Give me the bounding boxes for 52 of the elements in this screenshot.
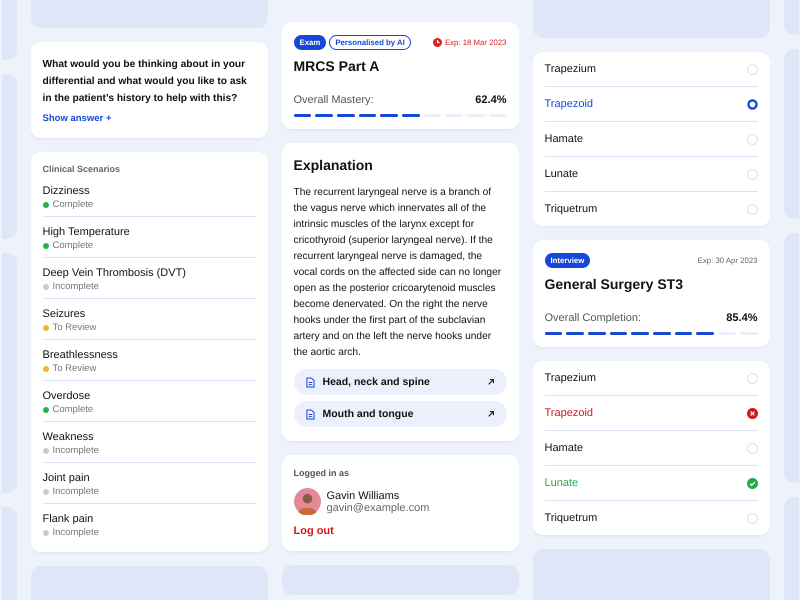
logout-link[interactable]: Log out [294,525,334,537]
scenario-item[interactable]: Dizziness Complete [42,182,256,217]
external-arrow-icon [486,378,494,386]
topic-link[interactable]: Head, neck and spine [294,369,506,395]
status-text: Complete [52,199,94,210]
radio-button[interactable] [746,98,758,110]
answer-option[interactable]: Trapezoid [544,87,758,122]
cross-icon [746,408,758,418]
course-title: General Surgery ST3 [544,276,684,292]
question-text: What would you be thinking about in your differential and what would you like to ask in the patient’s history to help with this? [42,58,248,106]
check-icon [746,478,758,488]
answer-option[interactable]: Hamate [544,431,758,466]
explanation-text: The recurrent laryngeal nerve is a branch of the vagus nerve which innervates all of the intrinsic muscles of the larynx except for cricothyroid (superior laryngeal nerve). If the recurrent laryngeal nerve is damaged, the vocal cords on the affected side can no longer open as the posterior cricoarytenoid muscles become denervated. On the right the nerve hooks under the first part of the subclavian artery and on the left the nerve hooks under the aortic arch. [294,186,502,360]
avatar [294,488,320,515]
user-email: gavin@example.com [326,502,430,514]
progress-value: 62.4% [475,94,506,106]
status-text: To Review [52,363,96,374]
answer-option[interactable]: Trapezium [544,361,758,396]
status-text: Incomplete [52,281,99,292]
progress-label: Overall Mastery: [294,94,374,106]
status-text: To Review [52,322,96,333]
status-text: Incomplete [52,445,99,456]
explanation-title: Explanation [294,157,374,173]
status-text: Complete [52,240,94,251]
status-text: Incomplete [52,486,99,497]
progress-label: Overall Completion: [544,312,642,324]
logged-in-label: Logged in as [294,468,350,478]
topic-link[interactable]: Mouth and tongue [294,401,506,427]
document-icon [306,376,314,388]
answer-option[interactable]: Lunate [544,157,758,192]
answer-option[interactable]: Triquetrum [544,192,758,226]
show-answer-link[interactable]: Show answer + [42,113,112,124]
status-text: Complete [52,404,94,415]
answer-option[interactable]: Triquetrum [544,501,758,535]
scenario-item[interactable]: High Temperature Complete [42,223,256,258]
course-title: MRCS Part A [294,58,380,74]
progress-value: 85.4% [726,312,758,324]
scenario-item[interactable]: Joint pain Incomplete [42,469,256,504]
document-icon [306,408,314,420]
scenario-item[interactable]: Seizures To Review [42,305,256,340]
section-heading: Clinical Scenarios [42,164,122,174]
answer-option[interactable]: Hamate [544,122,758,157]
scenario-item[interactable]: Overdose Complete [42,387,256,422]
scenario-item[interactable]: Weakness Incomplete [42,428,256,463]
user-name: Gavin Williams [326,490,400,502]
scenario-item[interactable]: Breathlessness To Review [42,346,256,381]
scenario-item[interactable]: Flank pain Incomplete [42,510,256,544]
scenario-item[interactable]: Deep Vein Thrombosis (DVT) Incomplete [42,264,256,299]
answer-option[interactable]: Trapezium [544,52,758,87]
status-text: Incomplete [52,527,99,538]
answer-option[interactable]: Trapezoid [544,396,758,431]
external-arrow-icon [486,410,494,418]
